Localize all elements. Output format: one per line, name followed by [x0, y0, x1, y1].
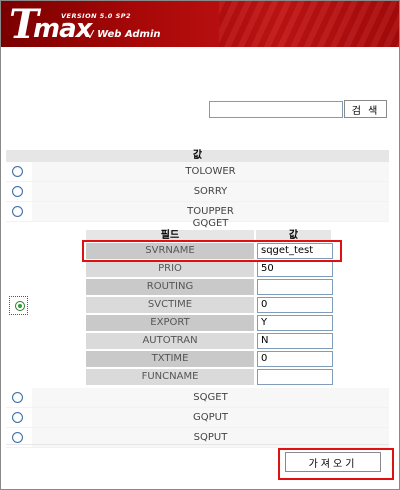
- divider: [6, 444, 389, 445]
- expanded-item-label: GQGET: [192, 218, 229, 229]
- list-item-label: SQGET: [32, 388, 389, 407]
- field-value-input[interactable]: 50: [257, 261, 333, 277]
- list-item[interactable]: TOLOWER: [6, 162, 389, 182]
- field-row: TXTIME 0: [86, 350, 340, 368]
- search-input[interactable]: [209, 101, 343, 118]
- field-row: ROUTING: [86, 278, 340, 296]
- highlight-svrname-box: [82, 240, 342, 262]
- radio-button[interactable]: [12, 412, 23, 423]
- list-item[interactable]: SORRY: [6, 182, 389, 202]
- service-list-lower: SQGET GQPUT SQPUT: [6, 388, 389, 448]
- radio-button[interactable]: [12, 166, 23, 177]
- field-name: PRIO: [86, 261, 254, 277]
- list-header: 값: [6, 150, 389, 162]
- field-name: TXTIME: [86, 351, 254, 367]
- field-row: EXPORT Y: [86, 314, 340, 332]
- app-subtitle: / Web Admin: [90, 29, 161, 40]
- field-name: FUNCNAME: [86, 369, 254, 385]
- focus-outline: [9, 296, 28, 315]
- field-row: PRIO 50: [86, 260, 340, 278]
- field-row: SVCTIME 0: [86, 296, 340, 314]
- radio-button[interactable]: [12, 432, 23, 443]
- field-value-input[interactable]: [257, 369, 333, 385]
- radio-button[interactable]: [12, 392, 23, 403]
- header-pattern: [219, 1, 399, 47]
- service-list: 값 TOLOWER SORRY TOUPPER: [6, 150, 389, 222]
- version-label: VERSION 5.0 SP2: [61, 12, 132, 20]
- list-item-label: TOLOWER: [32, 162, 389, 181]
- field-row: FUNCNAME: [86, 368, 340, 386]
- field-value-input[interactable]: Y: [257, 315, 333, 331]
- field-name: EXPORT: [86, 315, 254, 331]
- highlight-fetch-box: [278, 448, 394, 480]
- field-row: AUTOTRAN N: [86, 332, 340, 350]
- field-name: SVCTIME: [86, 297, 254, 313]
- field-value-input[interactable]: 0: [257, 351, 333, 367]
- list-item[interactable]: SQPUT: [6, 428, 389, 448]
- field-value-input[interactable]: 0: [257, 297, 333, 313]
- field-value-input[interactable]: N: [257, 333, 333, 349]
- list-item[interactable]: GQPUT: [6, 408, 389, 428]
- list-item-label: SORRY: [32, 182, 389, 201]
- app-header: T max VERSION 5.0 SP2 / Web Admin: [1, 1, 399, 47]
- field-value-input[interactable]: [257, 279, 333, 295]
- field-name: ROUTING: [86, 279, 254, 295]
- radio-button[interactable]: [12, 186, 23, 197]
- field-name: AUTOTRAN: [86, 333, 254, 349]
- list-item-label: GQPUT: [32, 408, 389, 427]
- search-button[interactable]: 검 색: [344, 100, 387, 118]
- radio-button-selected[interactable]: [15, 301, 25, 311]
- list-item[interactable]: SQGET: [6, 388, 389, 408]
